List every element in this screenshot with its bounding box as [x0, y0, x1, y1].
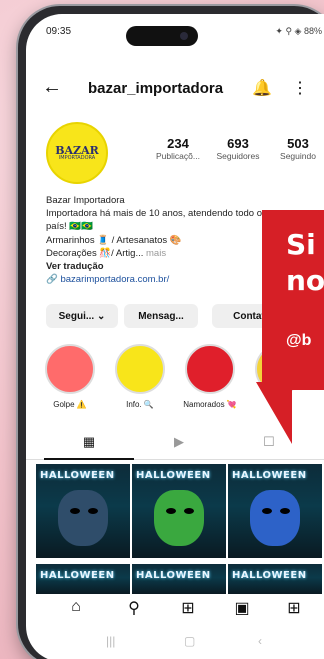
promo-banner: Si no @b [262, 210, 324, 390]
highlight-golpe[interactable]: Golpe ⚠️ [40, 344, 100, 409]
home-icon[interactable]: ⌂ [64, 598, 88, 616]
bio-name: Bazar Importadora [46, 195, 125, 206]
back-button-icon[interactable]: ‹ [258, 634, 262, 648]
highlight-namorados[interactable]: Namorados 💘 [180, 344, 240, 409]
mask-eye [280, 508, 290, 514]
profile-header: ← bazar_importadora 🔔 ⋮ [26, 76, 324, 106]
mask-image [154, 490, 204, 546]
stat-posts[interactable]: 234 Publicaçõ... [148, 136, 208, 161]
promo-line-1: Si [286, 228, 316, 261]
profile-username: bazar_importadora [88, 80, 224, 97]
post-tile[interactable]: HALLOWEEN [36, 564, 130, 594]
mask-image [58, 490, 108, 546]
more-options-icon[interactable]: ⋮ [292, 78, 308, 98]
highlight-info-label: Info. 🔍 [126, 400, 154, 409]
post-tile[interactable]: HALLOWEEN [228, 464, 322, 558]
post-title: HALLOWEEN [136, 470, 211, 481]
promo-bubble-tail [256, 382, 292, 444]
system-navigation: ||| ▢ ‹ [26, 634, 324, 654]
post-title: HALLOWEEN [40, 470, 115, 481]
mask-eye [184, 508, 194, 514]
avatar[interactable]: BAZAR IMPORTADORA [46, 122, 108, 184]
following-button[interactable]: Segui... ⌄ [46, 304, 118, 328]
mask-eye [88, 508, 98, 514]
highlight-namorados-label: Namorados 💘 [183, 400, 237, 409]
highlight-golpe-label: Golpe ⚠️ [53, 400, 87, 409]
mask-eye [262, 508, 272, 514]
avatar-logo: BAZAR IMPORTADORA [55, 145, 99, 161]
add-icon[interactable]: ⊞ [282, 598, 306, 618]
highlight-info-cover [115, 344, 165, 394]
post-title: HALLOWEEN [232, 570, 307, 581]
stat-posts-value: 234 [167, 136, 189, 151]
promo-line-2: no [286, 264, 324, 297]
link-icon: 🔗 [46, 274, 58, 286]
mask-eye [70, 508, 80, 514]
reels-tab-icon[interactable]: ▶ [134, 434, 224, 460]
stat-followers-label: Seguidores [216, 151, 260, 161]
promo-line-3: @b [286, 332, 312, 349]
system-status-icons: ✦ ⚲ ◈ 88% [275, 26, 322, 36]
bell-icon[interactable]: 🔔 [252, 78, 272, 98]
chevron-down-icon: ⌄ [94, 310, 106, 322]
status-time: 09:35 [46, 26, 72, 37]
highlight-namorados-cover [185, 344, 235, 394]
bio-line-4-text: Decorações 🎊/ Artig... [46, 247, 144, 259]
search-icon[interactable]: ⚲ [122, 598, 146, 618]
recent-apps-icon[interactable]: ||| [106, 634, 115, 648]
following-button-label: Segui... [58, 310, 95, 322]
camera-notch [126, 26, 198, 46]
post-tile[interactable]: HALLOWEEN [36, 464, 130, 558]
stat-followers[interactable]: 693 Seguidores [208, 136, 268, 161]
post-tile[interactable]: HALLOWEEN [132, 564, 226, 594]
post-title: HALLOWEEN [232, 470, 307, 481]
stat-following[interactable]: 503 Seguindo [268, 136, 324, 161]
back-arrow-icon[interactable]: ← [42, 76, 62, 99]
grid-tab-icon[interactable]: ▦ [44, 434, 134, 460]
message-button[interactable]: Mensag... [124, 304, 198, 328]
home-button-icon[interactable]: ▢ [184, 634, 195, 648]
highlight-golpe-cover [45, 344, 95, 394]
mask-image [250, 490, 300, 546]
bio-more-link[interactable]: mais [146, 248, 166, 259]
highlight-info[interactable]: Info. 🔍 [110, 344, 170, 409]
post-tile[interactable]: HALLOWEEN [132, 464, 226, 558]
create-post-icon[interactable]: ⊞ [176, 598, 200, 618]
post-tile[interactable]: HALLOWEEN [228, 564, 322, 594]
stat-followers-value: 693 [227, 136, 249, 151]
post-title: HALLOWEEN [40, 570, 115, 581]
website-link-text: bazarimportadora.com.br/ [60, 274, 170, 286]
stat-following-value: 503 [287, 136, 309, 151]
profile-stats: 234 Publicaçõ... 693 Seguidores 503 Segu… [148, 136, 324, 161]
post-title: HALLOWEEN [136, 570, 211, 581]
avatar-logo-tagline: IMPORTADORA [58, 155, 96, 161]
stat-posts-label: Publicaçõ... [156, 151, 200, 161]
stat-following-label: Seguindo [280, 151, 316, 161]
mask-eye [166, 508, 176, 514]
reels-icon[interactable]: ▣ [230, 598, 254, 618]
bottom-navigation: ⌂ ⚲ ⊞ ▣ ⊞ [26, 592, 324, 628]
